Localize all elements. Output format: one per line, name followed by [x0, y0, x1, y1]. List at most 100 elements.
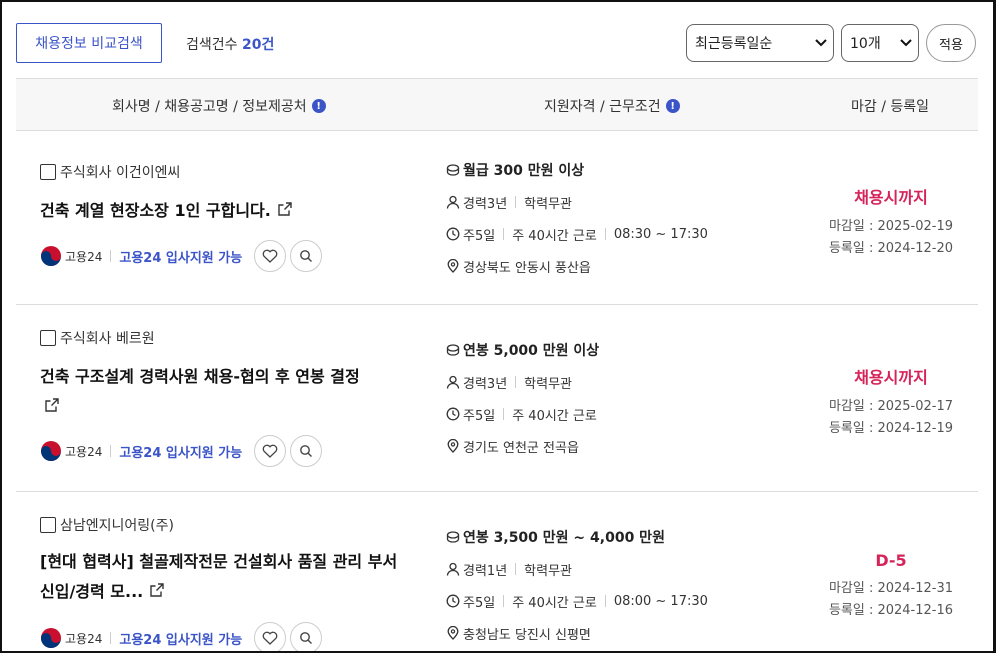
- divider: [604, 228, 606, 240]
- external-link-icon[interactable]: [44, 393, 60, 423]
- deadline-label: 채용시까지: [854, 368, 928, 387]
- sort-select-value: 최근등록일순: [695, 36, 773, 52]
- table-header: 회사명 / 채용공고명 / 정보제공처 ! 지원자격 / 근무조건 ! 마감 /…: [16, 78, 978, 131]
- workdays: 주5일: [463, 595, 496, 611]
- registered-date: 등록일 : 2024-12-16: [828, 603, 954, 618]
- preview-button[interactable]: [290, 240, 323, 272]
- registered-date: 등록일 : 2024-12-20: [828, 241, 954, 256]
- info-icon[interactable]: !: [311, 99, 326, 113]
- header-conditions-label: 지원자격 / 근무조건: [544, 99, 661, 115]
- salary-line: 월급 300 만원 이상: [446, 154, 708, 186]
- company-line: 주식회사 이건이엔씨: [40, 162, 180, 182]
- external-link-icon[interactable]: [277, 197, 293, 227]
- search-icon: [300, 250, 313, 262]
- deadline-label: 채용시까지: [854, 188, 928, 207]
- location-line: 경상북도 안동시 풍산읍: [446, 250, 708, 282]
- external-link-icon[interactable]: [149, 578, 165, 608]
- heart-icon: [262, 249, 278, 263]
- registered-date: 등록일 : 2024-12-19: [828, 421, 954, 436]
- company-line: 삼남엔지니어링(주): [40, 515, 174, 535]
- location-pin-icon: [447, 439, 459, 453]
- chevron-down-icon: [900, 37, 912, 50]
- apply-via-source-link[interactable]: 고용24 입사지원 가능: [119, 442, 242, 461]
- conditions: 월급 300 만원 이상 경력3년 학력무관 주5일 주 40시간 근로 08:…: [446, 154, 708, 282]
- apply-via-source-link[interactable]: 고용24 입사지원 가능: [119, 247, 242, 266]
- korea-gov-logo-icon: [40, 440, 62, 462]
- table-row: 주식회사 베르원 건축 구조설계 경력사원 채용-협의 후 연봉 결정 고용24…: [16, 305, 978, 492]
- coin-icon: [446, 164, 460, 176]
- deadline-date: 마감일 : 2024-12-31: [828, 581, 954, 596]
- select-checkbox[interactable]: [40, 164, 56, 180]
- coin-icon: [446, 344, 460, 356]
- hours-line: 주5일 주 40시간 근로: [446, 398, 599, 430]
- source-name: 고용24: [65, 631, 103, 646]
- job-title[interactable]: 건축 계열 현장소장 1인 구합니다.: [40, 201, 271, 220]
- apply-via-source-link[interactable]: 고용24 입사지원 가능: [119, 629, 242, 648]
- header-deadline-label: 마감 / 등록일: [851, 99, 930, 115]
- table-row: 주식회사 이건이엔씨 건축 계열 현장소장 1인 구합니다. 고용24 고용24…: [16, 132, 978, 305]
- sort-select[interactable]: 최근등록일순: [686, 24, 834, 62]
- header-deadline: 마감 / 등록일: [851, 96, 929, 116]
- conditions: 연봉 3,500 만원 ~ 4,000 만원 경력1년 학력무관 주5일 주 4…: [446, 521, 708, 649]
- job-list-panel: 채용정보 비교검색 검색건수 20건 최근등록일순 10개 적용 회사명 / 채…: [0, 0, 996, 653]
- coin-icon: [446, 531, 460, 543]
- deadline-date: 마감일 : 2025-02-19: [828, 219, 954, 234]
- search-icon: [300, 632, 313, 644]
- conditions: 연봉 5,000 만원 이상 경력3년 학력무관 주5일 주 40시간 근로 경…: [446, 334, 599, 462]
- work-time: 08:00 ~ 17:30: [613, 593, 708, 609]
- select-checkbox[interactable]: [40, 330, 56, 346]
- qualification-line: 경력3년 학력무관: [446, 366, 599, 398]
- job-title[interactable]: [현대 협력사] 철골제작전문 건설회사 품질 관리 부서 신입/경력 모...: [40, 552, 397, 601]
- location-pin-icon: [447, 626, 459, 640]
- header-conditions: 지원자격 / 근무조건 !: [544, 96, 680, 116]
- favorite-button[interactable]: [254, 240, 287, 272]
- workdays: 주5일: [463, 408, 496, 424]
- divider: [110, 632, 112, 644]
- job-title-block: 건축 구조설계 경력사원 채용-협의 후 연봉 결정: [40, 362, 410, 423]
- search-icon: [300, 445, 313, 457]
- career: 경력3년: [463, 376, 508, 392]
- location: 경기도 연천군 전곡읍: [463, 440, 579, 456]
- location-line: 충청남도 당진시 신평면: [446, 617, 708, 649]
- favorite-button[interactable]: [254, 622, 287, 651]
- page-size-select[interactable]: 10개: [841, 24, 919, 62]
- source-line: 고용24 고용24 입사지원 가능: [40, 435, 326, 467]
- hours-line: 주5일 주 40시간 근로 08:00 ~ 17:30: [446, 585, 708, 617]
- header-company-label: 회사명 / 채용공고명 / 정보제공처: [112, 99, 307, 115]
- location: 경상북도 안동시 풍산읍: [463, 260, 591, 276]
- person-icon: [446, 195, 460, 209]
- source-name: 고용24: [65, 249, 103, 264]
- select-checkbox[interactable]: [40, 517, 56, 533]
- salary: 연봉 3,500 만원 ~ 4,000 만원: [463, 530, 665, 546]
- clock-icon: [446, 407, 460, 421]
- divider: [503, 595, 505, 607]
- apply-button[interactable]: 적용: [926, 24, 976, 62]
- hours-line: 주5일 주 40시간 근로 08:30 ~ 17:30: [446, 218, 708, 250]
- source-line: 고용24 고용24 입사지원 가능: [40, 240, 326, 272]
- divider: [110, 445, 112, 457]
- career: 경력3년: [463, 196, 508, 212]
- heart-icon: [262, 444, 278, 458]
- chevron-down-icon: [815, 37, 827, 50]
- divider: [503, 228, 505, 240]
- preview-button[interactable]: [290, 622, 323, 651]
- company-name[interactable]: 삼남엔지니어링(주): [60, 515, 174, 535]
- preview-button[interactable]: [290, 435, 323, 467]
- divider: [604, 595, 606, 607]
- company-name[interactable]: 주식회사 이건이엔씨: [60, 162, 180, 182]
- favorite-button[interactable]: [254, 435, 287, 467]
- job-title-block: [현대 협력사] 철골제작전문 건설회사 품질 관리 부서 신입/경력 모...: [40, 547, 410, 608]
- job-title[interactable]: 건축 구조설계 경력사원 채용-협의 후 연봉 결정: [40, 367, 360, 386]
- clock-icon: [446, 227, 460, 241]
- job-title-block: 건축 계열 현장소장 1인 구합니다.: [40, 196, 410, 227]
- result-count-label: 검색건수: [186, 37, 238, 53]
- divider: [503, 408, 505, 420]
- compare-search-button[interactable]: 채용정보 비교검색: [16, 23, 162, 63]
- result-count: 검색건수 20건: [186, 34, 274, 54]
- info-icon[interactable]: !: [665, 99, 680, 113]
- divider: [515, 376, 517, 388]
- company-name[interactable]: 주식회사 베르원: [60, 328, 155, 348]
- qualification-line: 경력3년 학력무관: [446, 186, 708, 218]
- deadline-block: D-5 마감일 : 2024-12-31 등록일 : 2024-12-16: [806, 551, 976, 622]
- work-time: 08:30 ~ 17:30: [613, 226, 708, 242]
